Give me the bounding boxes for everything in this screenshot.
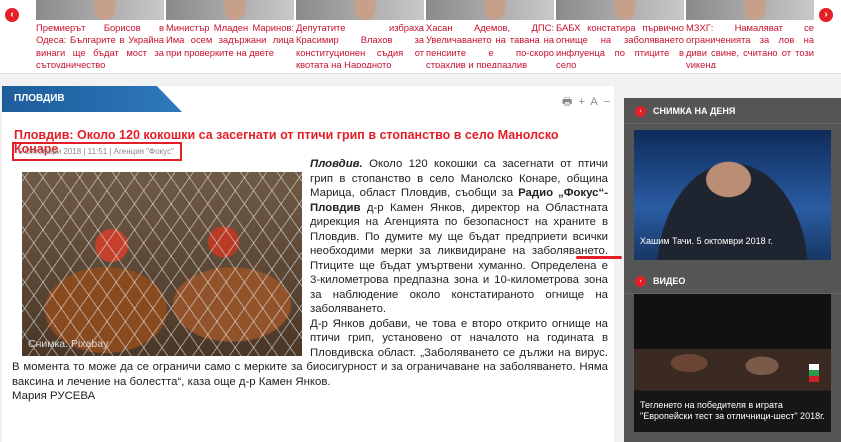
- section-header: ПЛОВДИВ 🖶 + A −: [2, 86, 614, 112]
- carousel-item[interactable]: Министър Младен Маринов: Има осем задърж…: [166, 0, 294, 70]
- font-increase-button[interactable]: +: [578, 96, 584, 108]
- carousel-thumbnail[interactable]: [36, 0, 164, 20]
- chevron-right-icon: ›: [635, 276, 646, 287]
- flag-icon: [809, 364, 819, 382]
- photo-of-day-caption[interactable]: Хашим Тачи. 5 октомври 2018 г.: [640, 236, 773, 246]
- carousel-thumbnail[interactable]: [686, 0, 814, 20]
- carousel-item-text[interactable]: БАБХ констатира първично огнище на забол…: [556, 22, 684, 68]
- video-caption[interactable]: Тегленето на победителя в играта "Европе…: [640, 400, 835, 422]
- article-tools: 🖶 + A −: [562, 93, 613, 112]
- carousel-thumbnail[interactable]: [296, 0, 424, 20]
- video-header: › ВИДЕО: [624, 268, 841, 294]
- carousel-thumbnail[interactable]: [166, 0, 294, 20]
- carousel-item-text[interactable]: Депутатите избраха Красимир Влахов за ко…: [296, 22, 424, 68]
- photo-caption: Снимка: Pixabay: [28, 338, 109, 350]
- chevron-right-icon: ›: [635, 106, 646, 117]
- carousel-next-button[interactable]: ›: [819, 8, 833, 22]
- paragraph-text: д-р Камен Янков, директор на Областната …: [310, 201, 608, 316]
- carousel-item[interactable]: МЗХГ: Намаляват се ограниченията за лов …: [686, 0, 814, 70]
- carousel-thumbnail[interactable]: [426, 0, 554, 20]
- article-photo[interactable]: Снимка: Pixabay: [22, 172, 302, 356]
- carousel-prev-button[interactable]: ‹: [5, 8, 19, 22]
- photo-of-day-title[interactable]: СНИМКА НА ДЕНЯ: [653, 106, 735, 116]
- carousel-item[interactable]: БАБХ констатира първично огнище на забол…: [556, 0, 684, 70]
- carousel-item-text[interactable]: Премиерът Борисов в Одеса: Българите в У…: [36, 22, 164, 68]
- photo-of-day-header: › СНИМКА НА ДЕНЯ: [624, 98, 841, 124]
- sidebar: › СНИМКА НА ДЕНЯ Хашим Тачи. 5 октомври …: [624, 98, 841, 442]
- carousel-item-text[interactable]: МЗХГ: Намаляват се ограниченията за лов …: [686, 22, 814, 68]
- article: Пловдив: Около 120 кокошки са засегнати …: [2, 112, 622, 442]
- carousel-thumbnail[interactable]: [556, 0, 684, 20]
- article-author: Мария РУСЕВА: [12, 390, 96, 402]
- news-carousel: ‹ Премиерът Борисов в Одеса: Българите в…: [0, 0, 841, 74]
- carousel-item[interactable]: Премиерът Борисов в Одеса: Българите в У…: [36, 0, 164, 70]
- highlight-underline: [576, 256, 622, 259]
- carousel-item-text[interactable]: Хасан Адемов, ДПС: Увеличаването на тава…: [426, 22, 554, 68]
- section-title[interactable]: ПЛОВДИВ: [14, 93, 65, 104]
- font-icon: A: [590, 96, 598, 108]
- print-icon[interactable]: 🖶: [562, 96, 572, 108]
- carousel-item[interactable]: Хасан Адемов, ДПС: Увеличаването на тава…: [426, 0, 554, 70]
- lead-city: Пловдив.: [310, 158, 363, 170]
- carousel-item[interactable]: Депутатите избраха Красимир Влахов за ко…: [296, 0, 424, 70]
- carousel-item-text[interactable]: Министър Младен Маринов: Има осем задърж…: [166, 22, 294, 68]
- video-title[interactable]: ВИДЕО: [653, 276, 685, 286]
- font-decrease-button[interactable]: −: [604, 96, 610, 108]
